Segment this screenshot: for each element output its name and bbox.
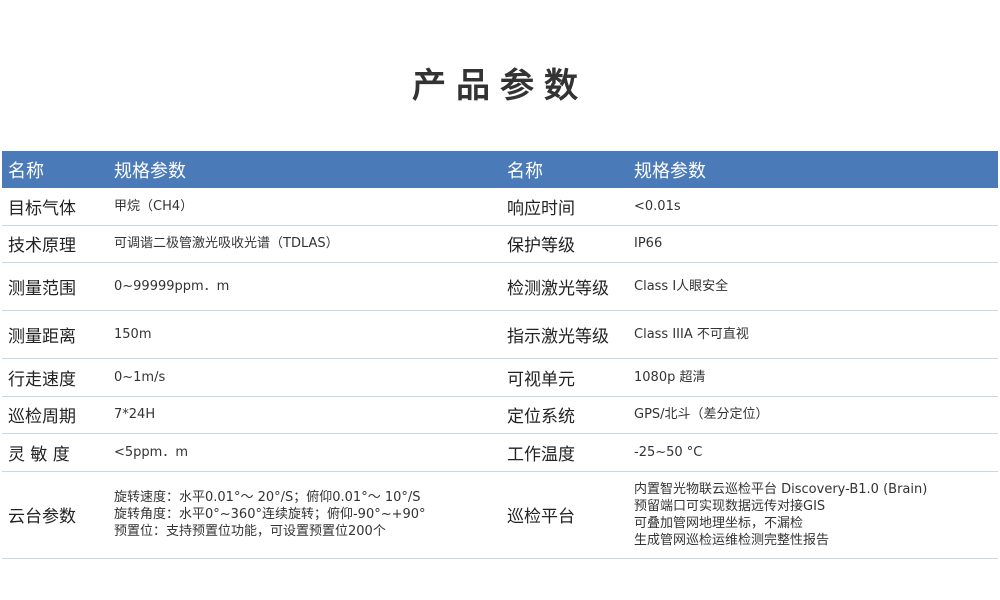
param-value: GPS/北斗（差分定位）	[634, 407, 769, 422]
param-value: 甲烷（CH4）	[114, 198, 194, 214]
param-name: 巡检周期	[8, 407, 76, 427]
header-spec-right: 规格参数	[634, 160, 706, 182]
header-name-left: 名称	[8, 160, 44, 182]
table-row: 技术原理 可调谐二极管激光吸收光谱（TDLAS） 保护等级 IP66	[2, 225, 998, 262]
table-row: 目标气体 甲烷（CH4） 响应时间 <0.01s	[2, 188, 998, 225]
param-value: <0.01s	[634, 198, 681, 214]
param-value: 150m	[114, 326, 152, 342]
table-row: 灵 敏 度 <5ppm．m 工作温度 -25~50 °C	[2, 433, 998, 471]
param-name: 云台参数	[8, 507, 76, 527]
param-value: IP66	[634, 236, 663, 251]
param-name: 指示激光等级	[507, 326, 609, 347]
param-name: 定位系统	[507, 407, 575, 427]
param-name: 行走速度	[8, 369, 76, 390]
param-value-line: 旋转角度：水平0°~360°连续旋转；俯仰-90°~+90°	[114, 507, 426, 522]
param-value-line: 生成管网巡检运维检测完整性报告	[634, 532, 830, 548]
param-value: 0~99999ppm．m	[114, 278, 230, 294]
param-value-line: 预置位：支持预置位功能，可设置预置位200个	[114, 524, 386, 539]
table-row: 云台参数 旋转速度：水平0.01°～ 20°/S；俯仰0.01°～ 10°/S …	[2, 471, 998, 558]
header-name-right: 名称	[507, 160, 543, 182]
param-value-multiline: 旋转速度：水平0.01°～ 20°/S；俯仰0.01°～ 10°/S 旋转角度：…	[106, 471, 501, 558]
table-row: 测量距离 150m 指示激光等级 Class IIIA 不可直视	[2, 310, 998, 358]
param-name: 响应时间	[507, 198, 575, 219]
param-value-multiline: 内置智光物联云巡检平台 Discovery-B1.0 (Brain) 预留端口可…	[626, 471, 998, 558]
page-title: 产品参数	[412, 66, 588, 106]
param-value: Class I人眼安全	[634, 278, 729, 294]
header-spec-left: 规格参数	[114, 160, 186, 182]
param-value: -25~50 °C	[634, 444, 703, 460]
param-value-line: 旋转速度：水平0.01°～ 20°/S；俯仰0.01°～ 10°/S	[114, 490, 421, 505]
param-value: <5ppm．m	[114, 444, 188, 460]
param-value: 7*24H	[114, 407, 156, 422]
param-name: 灵 敏 度	[8, 444, 70, 465]
param-name: 技术原理	[8, 236, 76, 256]
param-value: 1080p 超清	[634, 369, 706, 385]
table-row: 行走速度 0~1m/s 可视单元 1080p 超清	[2, 358, 998, 396]
param-name: 保护等级	[507, 236, 575, 256]
param-value: Class IIIA 不可直视	[634, 326, 749, 342]
param-name: 可视单元	[507, 369, 575, 390]
param-name: 巡检平台	[507, 507, 575, 527]
param-name: 检测激光等级	[507, 278, 609, 299]
table-row: 测量范围 0~99999ppm．m 检测激光等级 Class I人眼安全	[2, 262, 998, 310]
param-value: 可调谐二极管激光吸收光谱（TDLAS）	[114, 236, 339, 251]
param-value: 0~1m/s	[114, 369, 166, 385]
param-name: 测量范围	[8, 278, 76, 299]
param-name: 目标气体	[8, 198, 76, 219]
param-value-line: 预留端口可实现数据远传对接GIS	[634, 498, 826, 514]
param-value-line: 内置智光物联云巡检平台 Discovery-B1.0 (Brain)	[634, 481, 928, 497]
table-row: 巡检周期 7*24H 定位系统 GPS/北斗（差分定位）	[2, 396, 998, 433]
param-name: 工作温度	[507, 444, 575, 465]
table-header-row: 名称 规格参数 名称 规格参数	[2, 151, 998, 188]
param-name: 测量距离	[8, 326, 76, 347]
spec-table: 名称 规格参数 名称 规格参数 目标气体 甲烷（CH4） 响应时间 <0.01s…	[2, 151, 998, 559]
param-value-line: 可叠加管网地理坐标，不漏检	[634, 515, 804, 531]
